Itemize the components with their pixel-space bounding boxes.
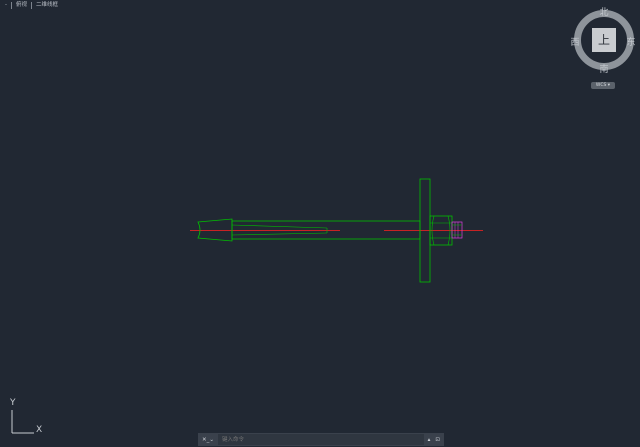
command-customize-icon[interactable]: ⊡ bbox=[435, 437, 440, 443]
command-history-icon[interactable]: ✕_⌄ bbox=[198, 437, 218, 443]
command-tools: ▴ ⊡ bbox=[424, 437, 444, 443]
thread-end bbox=[451, 221, 463, 239]
ucs-x-label: X bbox=[36, 425, 43, 435]
wedge-line-upper bbox=[231, 224, 328, 229]
bolt-shaft bbox=[231, 220, 421, 240]
expansion-sleeve bbox=[197, 218, 233, 242]
wedge-line-lower bbox=[231, 232, 328, 236]
command-input[interactable] bbox=[218, 434, 424, 445]
ucs-icon: Y X bbox=[6, 398, 48, 438]
command-line: ✕_⌄ ▴ ⊡ bbox=[198, 433, 444, 446]
command-expand-icon[interactable]: ▴ bbox=[428, 437, 431, 443]
drawing-canvas[interactable] bbox=[0, 0, 640, 447]
